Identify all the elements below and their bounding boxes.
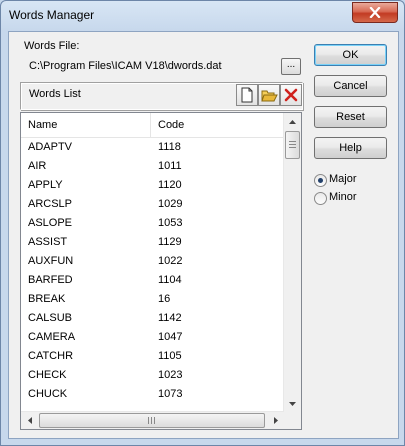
word-name: APPLY: [28, 179, 63, 191]
major-radio[interactable]: Major: [314, 172, 404, 188]
list-rows: ADAPTV 1118 AIR 1011 APPLY 1120 ARCSLP 1029 …: [21, 138, 285, 404]
word-name: ASLOPE: [28, 217, 73, 229]
list-item[interactable]: AIR 1011: [21, 157, 285, 176]
words-file-path: C:\Program Files\ICAM V18\dwords.dat: [29, 60, 222, 72]
list-item[interactable]: ADAPTV 1118: [21, 138, 285, 157]
new-button[interactable]: [236, 84, 258, 106]
new-document-icon: [241, 87, 253, 103]
words-list[interactable]: Name Code ADAPTV 1118 AIR 1011 APPLY 1120 A…: [20, 112, 302, 430]
ok-button[interactable]: OK: [314, 44, 387, 66]
radio-circle: [314, 192, 327, 205]
word-code: 1029: [158, 198, 183, 210]
word-code: 1129: [158, 236, 182, 248]
words-manager-window: Words Manager Words File: C:\Program Fil…: [0, 0, 405, 446]
vertical-scrollbar[interactable]: [283, 113, 301, 412]
word-name: ARCSLP: [28, 198, 73, 210]
word-name: CALSUB: [28, 312, 73, 324]
list-item[interactable]: APPLY 1120: [21, 176, 285, 195]
word-name: AIR: [28, 160, 47, 172]
list-item[interactable]: ARCSLP 1029: [21, 195, 285, 214]
reset-button[interactable]: Reset: [314, 106, 387, 128]
list-item[interactable]: ASLOPE 1053: [21, 214, 285, 233]
arrow-left-icon: [27, 417, 32, 424]
radio-selected-dot: [318, 178, 323, 183]
horizontal-scroll-thumb[interactable]: [39, 413, 265, 428]
word-name: BREAK: [28, 293, 66, 305]
horizontal-scrollbar[interactable]: [21, 411, 284, 429]
list-item[interactable]: ASSIST 1129: [21, 233, 285, 252]
word-code: 1142: [158, 312, 182, 324]
help-button[interactable]: Help: [314, 137, 387, 159]
word-name: CATCHR: [28, 350, 74, 362]
scroll-left-button[interactable]: [21, 412, 38, 429]
column-header-code[interactable]: Code: [151, 113, 285, 137]
word-code: 1047: [158, 331, 183, 343]
word-code: 1105: [158, 350, 182, 362]
window-title: Words Manager: [9, 8, 95, 22]
list-item[interactable]: CALSUB 1142: [21, 309, 285, 328]
word-name: ASSIST: [28, 236, 68, 248]
vertical-scroll-thumb[interactable]: [285, 131, 300, 159]
minor-radio-label: Minor: [329, 191, 357, 203]
scroll-down-button[interactable]: [284, 395, 301, 412]
list-item[interactable]: CAMERA 1047: [21, 328, 285, 347]
column-header-name[interactable]: Name: [21, 113, 151, 137]
word-code: 1022: [158, 255, 183, 267]
close-button[interactable]: [352, 2, 398, 23]
list-item[interactable]: AUXFUN 1022: [21, 252, 285, 271]
list-item[interactable]: BARFED 1104: [21, 271, 285, 290]
word-code: 1120: [158, 179, 182, 191]
major-radio-label: Major: [329, 173, 357, 185]
word-code: 1023: [158, 369, 183, 381]
word-code: 1118: [158, 141, 181, 153]
word-name: BARFED: [28, 274, 73, 286]
title-bar[interactable]: Words Manager: [1, 1, 404, 31]
delete-x-icon: [284, 88, 298, 102]
word-code: 1104: [158, 274, 182, 286]
word-name: ADAPTV: [28, 141, 73, 153]
scroll-up-button[interactable]: [284, 113, 301, 130]
word-code: 1073: [158, 388, 183, 400]
word-code: 1053: [158, 217, 183, 229]
cancel-button[interactable]: Cancel: [314, 75, 387, 97]
word-code: 1011: [158, 160, 182, 172]
browse-button[interactable]: ...: [281, 58, 301, 75]
list-item[interactable]: CHECK 1023: [21, 366, 285, 385]
open-folder-icon: [260, 90, 278, 101]
list-item[interactable]: BREAK 16: [21, 290, 285, 309]
word-name: CHUCK: [28, 388, 68, 400]
list-item[interactable]: CHUCK 1073: [21, 385, 285, 404]
words-file-label: Words File:: [24, 40, 80, 52]
word-code: 16: [158, 293, 171, 305]
word-name: CAMERA: [28, 331, 76, 343]
close-icon: [369, 7, 381, 18]
word-name: AUXFUN: [28, 255, 74, 267]
list-header: Name Code: [21, 113, 285, 138]
scroll-right-button[interactable]: [267, 412, 284, 429]
dialog-body: Words File: C:\Program Files\ICAM V18\dw…: [8, 31, 399, 439]
arrow-right-icon: [273, 417, 278, 424]
arrow-down-icon: [289, 401, 296, 406]
words-list-label: Words List: [29, 88, 81, 100]
list-item[interactable]: CATCHR 1105: [21, 347, 285, 366]
radio-circle: [314, 174, 327, 187]
word-name: CHECK: [28, 369, 67, 381]
scrollbar-corner: [284, 412, 301, 429]
minor-radio[interactable]: Minor: [314, 190, 404, 206]
arrow-up-icon: [289, 119, 296, 124]
delete-button[interactable]: [280, 84, 302, 106]
open-button[interactable]: [258, 84, 280, 106]
